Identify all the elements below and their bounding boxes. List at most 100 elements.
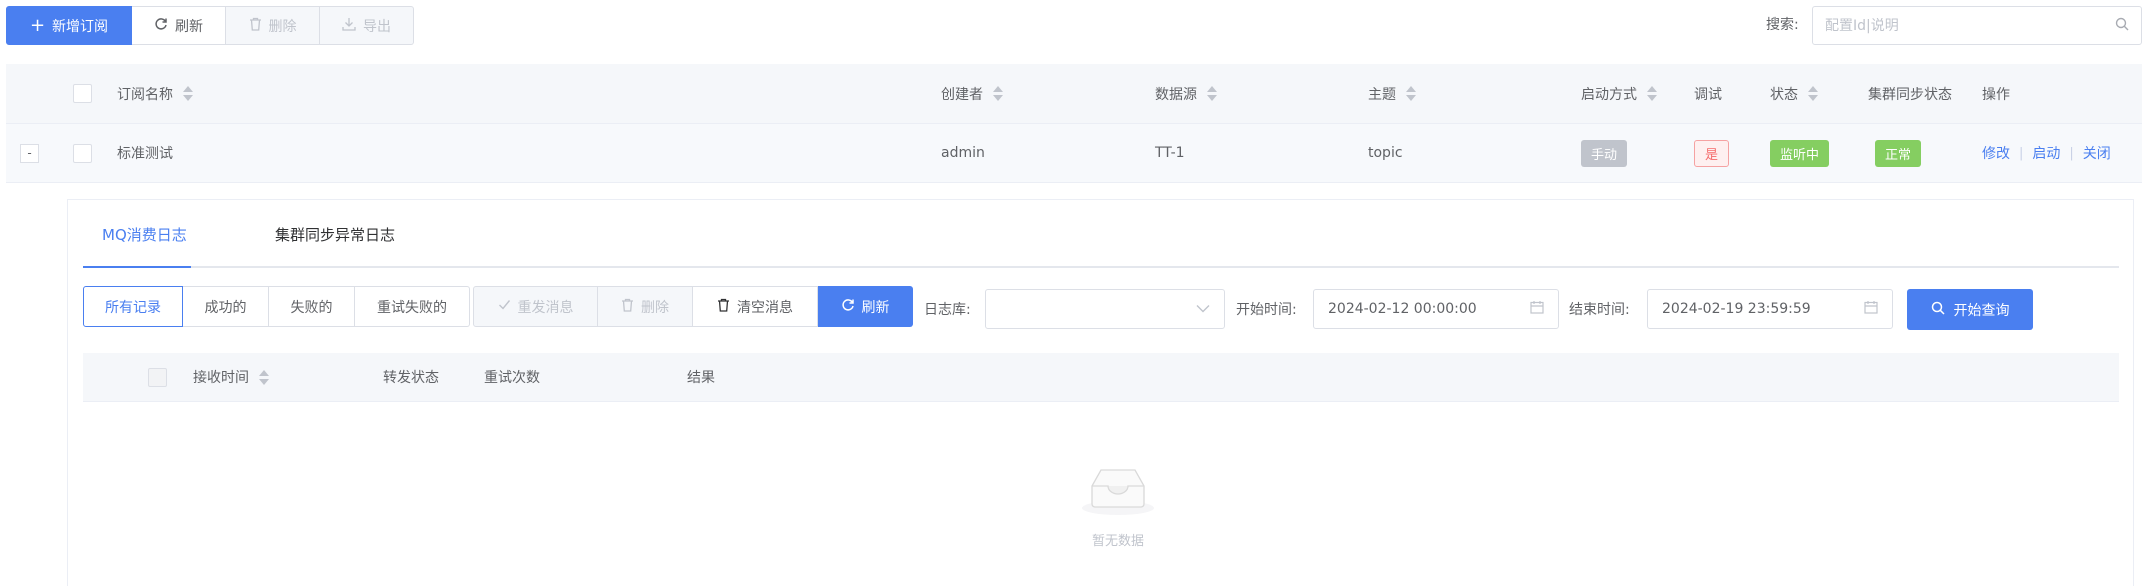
filter-failed-button[interactable]: 失败的 [269, 286, 355, 327]
row-cluster-status: 正常 [1875, 124, 1922, 182]
header-topic-label: 主题 [1368, 86, 1396, 103]
header-topic[interactable]: 主题 [1368, 64, 1416, 123]
row-debug: 是 [1694, 124, 1730, 182]
header-name-label: 订阅名称 [117, 86, 173, 103]
refresh-logs-label: 刷新 [861, 299, 890, 316]
header-start-mode-label: 启动方式 [1581, 86, 1637, 103]
log-tabs: MQ消费日志 集群同步异常日志 [83, 200, 2119, 268]
close-link[interactable]: 关闭 [2083, 143, 2111, 163]
clear-messages-label: 清空消息 [737, 299, 793, 316]
search-label: 搜索: [1766, 17, 1799, 33]
header-forward-status: 转发状态 [383, 370, 439, 386]
header-start-mode[interactable]: 启动方式 [1581, 64, 1657, 123]
sort-icon[interactable] [183, 86, 193, 101]
debug-badge: 是 [1694, 139, 1730, 167]
start-link[interactable]: 启动 [2032, 143, 2060, 163]
start-time-value: 2024-02-12 00:00:00 [1328, 301, 1477, 317]
refresh-label: 刷新 [175, 18, 203, 35]
search-box [1812, 6, 2142, 45]
sort-icon[interactable] [1808, 86, 1818, 101]
filter-retry-failed-button[interactable]: 重试失败的 [355, 286, 470, 327]
expanded-detail-panel: MQ消费日志 集群同步异常日志 所有记录 成功的 失败的 重试失败的 重发消息 … [67, 199, 2134, 586]
tab-mq-consume-log[interactable]: MQ消费日志 [102, 200, 187, 268]
sort-icon[interactable] [1406, 86, 1416, 101]
plus-icon: + [29, 14, 46, 36]
header-retry-count: 重试次数 [484, 370, 540, 386]
tab-cluster-sync-error-log[interactable]: 集群同步异常日志 [275, 200, 395, 268]
log-db-select[interactable] [985, 289, 1225, 329]
add-subscription-button[interactable]: + 新增订阅 [6, 6, 132, 45]
row-expand-toggle[interactable]: - [20, 124, 39, 182]
row-status: 监听中 [1770, 124, 1830, 182]
end-time-label: 结束时间: [1569, 302, 1630, 318]
header-creator[interactable]: 创建者 [941, 64, 1003, 123]
action-separator: | [2019, 145, 2024, 161]
check-icon [498, 298, 511, 315]
header-datasource[interactable]: 数据源 [1155, 64, 1217, 123]
sort-icon[interactable] [259, 369, 269, 385]
export-button[interactable]: 导出 [320, 6, 414, 45]
edit-link[interactable]: 修改 [1982, 143, 2010, 163]
select-all-checkbox[interactable] [73, 64, 92, 123]
trash-icon [249, 17, 262, 35]
header-cluster-status-label: 集群同步状态 [1868, 86, 1952, 103]
delete-button[interactable]: 删除 [226, 6, 320, 45]
row-datasource: TT-1 [1155, 145, 1185, 161]
sort-icon[interactable] [993, 86, 1003, 101]
delete-log-button[interactable]: 删除 [598, 286, 693, 327]
row-actions: 修改 | 启动 | 关闭 [1982, 124, 2111, 182]
download-icon [342, 17, 356, 35]
filter-all-button[interactable]: 所有记录 [83, 286, 183, 327]
refresh-logs-button[interactable]: 刷新 [818, 286, 913, 327]
start-time-picker[interactable]: 2024-02-12 00:00:00 [1313, 289, 1559, 329]
calendar-icon [1864, 300, 1878, 318]
empty-inbox-icon [1080, 462, 1156, 520]
search-icon [1931, 301, 1945, 319]
refresh-icon [841, 298, 855, 316]
refresh-button[interactable]: 刷新 [132, 6, 226, 45]
header-actions-label: 操作 [1982, 86, 2010, 103]
header-cluster-status: 集群同步状态 [1868, 64, 1952, 123]
row-topic: topic [1368, 145, 1403, 161]
toolbar: + 新增订阅 刷新 删除 导出 [6, 6, 414, 45]
header-debug-label: 调试 [1694, 86, 1722, 103]
header-creator-label: 创建者 [941, 86, 983, 103]
log-db-label: 日志库: [924, 302, 971, 318]
header-name[interactable]: 订阅名称 [117, 64, 193, 123]
add-subscription-label: 新增订阅 [52, 18, 109, 35]
header-receive-time[interactable]: 接收时间 [193, 353, 269, 401]
header-debug: 调试 [1694, 64, 1722, 123]
log-select-all-checkbox[interactable] [148, 353, 167, 401]
resend-message-button[interactable]: 重发消息 [473, 286, 598, 327]
status-badge: 监听中 [1770, 139, 1830, 167]
search-icon[interactable] [2115, 17, 2129, 35]
end-time-value: 2024-02-19 23:59:59 [1662, 301, 1811, 317]
record-filter-group: 所有记录 成功的 失败的 重试失败的 [83, 286, 470, 327]
sort-icon[interactable] [1647, 86, 1657, 101]
message-action-group: 重发消息 删除 清空消息 刷新 [473, 286, 913, 327]
tab-active-indicator [83, 266, 191, 268]
row-checkbox[interactable] [73, 124, 92, 182]
end-time-picker[interactable]: 2024-02-19 23:59:59 [1647, 289, 1893, 329]
refresh-icon [154, 17, 168, 35]
cluster-status-badge: 正常 [1875, 139, 1922, 167]
empty-text: 暂无数据 [1091, 534, 1144, 549]
delete-log-label: 删除 [641, 299, 669, 316]
header-status-label: 状态 [1770, 86, 1798, 103]
delete-label: 删除 [268, 18, 297, 35]
log-table-header: 接收时间 转发状态 重试次数 结果 [83, 353, 2119, 402]
chevron-down-icon [1196, 301, 1210, 317]
clear-messages-button[interactable]: 清空消息 [693, 286, 818, 327]
filter-success-button[interactable]: 成功的 [183, 286, 269, 327]
empty-state: 暂无数据 [1058, 462, 1178, 549]
start-query-button[interactable]: 开始查询 [1907, 289, 2033, 330]
start-time-label: 开始时间: [1236, 302, 1297, 318]
search-input[interactable] [1825, 17, 2115, 34]
header-status[interactable]: 状态 [1770, 64, 1818, 123]
header-result: 结果 [687, 370, 715, 386]
sort-icon[interactable] [1207, 86, 1217, 101]
table-row: - 标准测试 admin TT-1 topic 手动 是 监听中 正常 修改 |… [6, 124, 2142, 183]
row-start-mode: 手动 [1581, 124, 1628, 182]
calendar-icon [1530, 300, 1544, 318]
start-query-label: 开始查询 [1953, 302, 2010, 319]
